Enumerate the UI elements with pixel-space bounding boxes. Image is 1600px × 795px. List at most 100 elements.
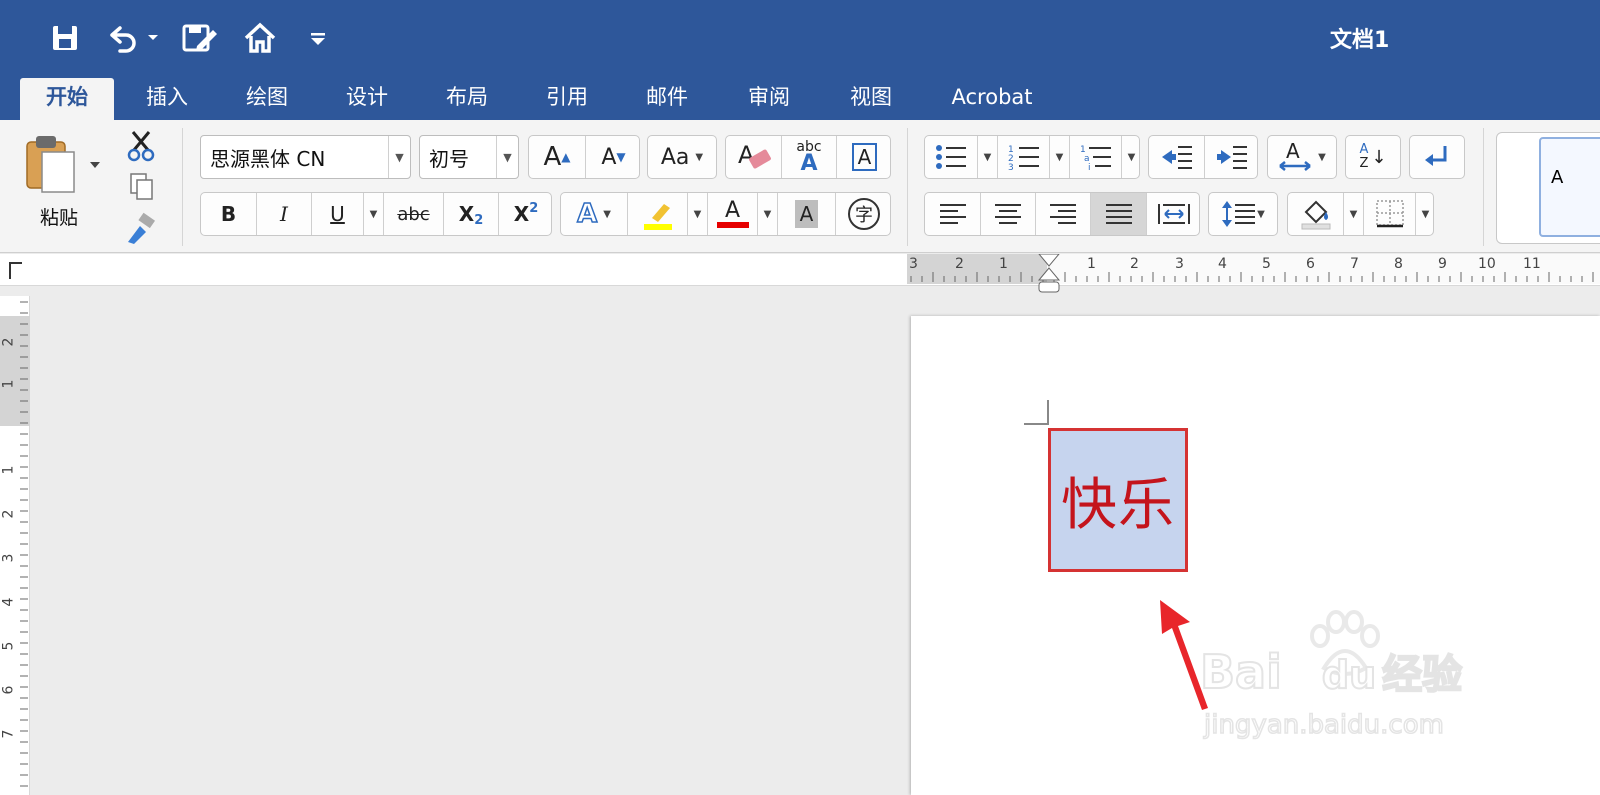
italic-button[interactable]: I <box>256 193 311 235</box>
distributed-icon <box>1158 204 1190 224</box>
chevron-down-icon[interactable]: ▼ <box>496 136 518 178</box>
grow-font-button[interactable]: A ▲ <box>529 136 585 178</box>
numbered-list-icon: 123 <box>1008 145 1039 171</box>
paste-button[interactable] <box>24 134 104 194</box>
horizontal-ruler-labels: 3 2 1 1 2 3 4 5 6 7 8 9 10 11 <box>907 254 1600 284</box>
font-color-button[interactable]: A <box>707 193 757 235</box>
tab-references[interactable]: 引用 <box>522 78 612 120</box>
bullets-button[interactable] <box>925 136 977 178</box>
tab-insert[interactable]: 插入 <box>122 78 212 120</box>
ruler-label: 4 <box>0 597 17 607</box>
multilevel-list-icon: 1ai <box>1080 145 1111 171</box>
eraser-icon: A <box>738 141 771 169</box>
cut-icon[interactable] <box>124 128 158 162</box>
chevron-down-icon[interactable]: ▼ <box>1415 193 1435 235</box>
edit-document-icon[interactable] <box>180 20 220 56</box>
chevron-down-icon[interactable]: ▼ <box>757 193 777 235</box>
ribbon: 粘贴 思源黑体 CN ▼ 初号 ▼ A ▲ A ▼ Aa ▼ A abc A A… <box>0 120 1600 253</box>
bold-button[interactable]: B <box>201 193 256 235</box>
align-left-button[interactable] <box>925 193 980 235</box>
distributed-button[interactable] <box>1146 193 1201 235</box>
show-paragraph-marks-button[interactable] <box>1409 135 1465 179</box>
text-direction-button[interactable]: A ▼ <box>1267 135 1337 179</box>
ruler-label: 2 <box>1130 256 1139 272</box>
enclose-characters-button[interactable]: 字 <box>835 193 892 235</box>
style-preview-normal[interactable]: A <box>1539 137 1600 237</box>
text-effects-button[interactable]: A ▼ <box>561 193 627 235</box>
character-shading-button[interactable]: A <box>777 193 835 235</box>
chevron-down-icon[interactable]: ▼ <box>1343 193 1363 235</box>
tab-mailings[interactable]: 邮件 <box>622 78 712 120</box>
clear-formatting-button[interactable]: A <box>726 136 781 178</box>
ruler-label: 1 <box>0 465 17 475</box>
align-right-button[interactable] <box>1035 193 1090 235</box>
font-effects-group: A ▼ ▼ A ▼ A 字 <box>560 192 891 236</box>
selected-text[interactable]: 快乐 <box>1061 460 1175 541</box>
tab-draw[interactable]: 绘图 <box>222 78 312 120</box>
customize-icon[interactable] <box>306 20 330 56</box>
style-preview-text: A <box>1551 167 1564 188</box>
change-case-button[interactable]: Aa ▼ <box>647 135 717 179</box>
chevron-down-icon[interactable]: ▼ <box>1121 136 1141 178</box>
tab-design[interactable]: 设计 <box>322 78 412 120</box>
align-center-icon <box>995 204 1021 224</box>
baidu-watermark: Bai du 经验 jingyan.baidu.com <box>1199 610 1490 760</box>
selected-text-box[interactable]: 快乐 <box>1048 428 1188 572</box>
subscript-label: X <box>458 202 475 226</box>
chevron-down-icon[interactable]: ▼ <box>977 136 997 178</box>
superscript-button[interactable]: X2 <box>498 193 553 235</box>
shrink-font-button[interactable]: A ▼ <box>585 136 641 178</box>
decrease-indent-button[interactable] <box>1149 136 1204 178</box>
home-icon[interactable] <box>240 20 280 56</box>
tab-layout[interactable]: 布局 <box>422 78 512 120</box>
strikethrough-button[interactable]: abc <box>383 193 443 235</box>
ruler-label: 7 <box>1350 256 1359 272</box>
tab-view[interactable]: 视图 <box>826 78 916 120</box>
ruler-label: 6 <box>1306 256 1315 272</box>
line-spacing-button[interactable]: ▼ <box>1208 192 1278 236</box>
copy-icon[interactable] <box>124 170 158 204</box>
numbering-button[interactable]: 123 <box>997 136 1049 178</box>
highlight-button[interactable] <box>627 193 687 235</box>
tab-review[interactable]: 审阅 <box>724 78 814 120</box>
highlighter-icon <box>643 204 672 230</box>
styles-gallery[interactable]: A <box>1496 132 1600 244</box>
save-icon[interactable] <box>46 20 84 56</box>
font-name-combo[interactable]: 思源黑体 CN ▼ <box>200 135 411 179</box>
tab-stop-selector-icon[interactable] <box>6 257 26 281</box>
ruler-label: 1 <box>0 379 17 389</box>
ruler-label: 4 <box>1218 256 1227 272</box>
borders-button[interactable] <box>1363 193 1415 235</box>
shading-button[interactable] <box>1288 193 1343 235</box>
align-center-button[interactable] <box>980 193 1035 235</box>
format-painter-icon[interactable] <box>124 212 158 246</box>
vertical-ruler[interactable]: 2 1 1 2 3 4 5 6 7 <box>0 296 30 795</box>
ruler-label: 1 <box>999 256 1008 272</box>
tab-home[interactable]: 开始 <box>20 78 114 120</box>
sort-button[interactable]: A Z ↓ <box>1345 135 1401 179</box>
character-border-button[interactable]: A <box>836 136 892 178</box>
line-spacing-icon <box>1222 201 1256 227</box>
chevron-down-icon[interactable]: ▼ <box>687 193 707 235</box>
borders-icon <box>1375 200 1404 228</box>
tab-acrobat[interactable]: Acrobat <box>934 78 1050 120</box>
chevron-down-icon[interactable]: ▼ <box>363 193 383 235</box>
watermark-brand: Bai du 经验 <box>1199 642 1463 700</box>
chevron-down-icon[interactable]: ▼ <box>1049 136 1069 178</box>
chevron-down-icon[interactable]: ▼ <box>388 136 410 178</box>
undo-icon[interactable] <box>104 20 160 56</box>
font-size-combo[interactable]: 初号 ▼ <box>419 135 519 179</box>
ruler-label: 3 <box>909 256 918 272</box>
multilevel-list-button[interactable]: 1ai <box>1069 136 1121 178</box>
justify-button[interactable] <box>1090 193 1146 235</box>
phonetic-guide-button[interactable]: abc A <box>781 136 836 178</box>
ruler-label: 3 <box>0 553 17 563</box>
ruler-label: 2 <box>0 337 17 347</box>
ruler-label: 5 <box>0 641 17 651</box>
underline-button[interactable]: U <box>311 193 363 235</box>
ruler-label: 9 <box>1438 256 1447 272</box>
watermark-brand-letters: Bai <box>1199 644 1283 700</box>
subscript-button[interactable]: X2 <box>443 193 498 235</box>
phonetic-letter: A <box>800 151 818 176</box>
increase-indent-button[interactable] <box>1204 136 1259 178</box>
